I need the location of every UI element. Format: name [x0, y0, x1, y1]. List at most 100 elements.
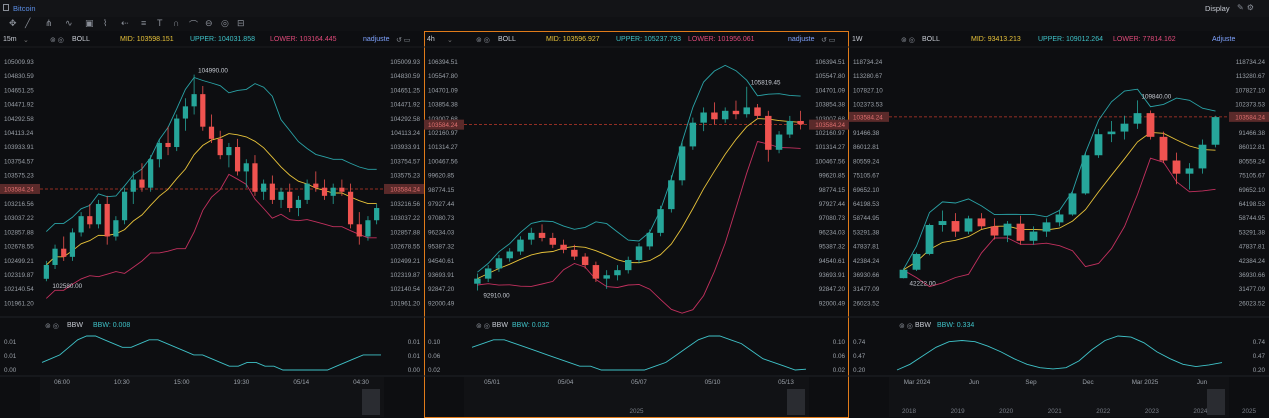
time-axis-label: 05/13 — [778, 379, 794, 386]
candle-body — [200, 94, 206, 127]
bbw-settings-icon[interactable]: ⊚ ◎ — [45, 322, 59, 330]
boll-lower-value: LOWER: 77814.162 — [1113, 36, 1176, 43]
candle-body — [912, 253, 921, 270]
y-axis-right-label: 102140.54 — [390, 286, 420, 293]
candle-body — [721, 110, 729, 120]
y-axis-right-label: 103037.22 — [390, 215, 420, 222]
magnet-icon[interactable]: ∩ — [173, 18, 179, 28]
chart-canvas-4h[interactable]: 106394.51105547.80104701.09103854.381030… — [424, 31, 849, 418]
boll-upper-band — [903, 88, 1216, 270]
wave-icon[interactable]: ∿ — [65, 18, 73, 29]
adjust-button[interactable]: Adjuste — [1212, 36, 1235, 43]
chevron-down-icon[interactable]: ⌄ — [23, 36, 29, 44]
panel-header: 15m ⌄ ⊚ ◎ BOLL MID: 103598.151 UPPER: 10… — [0, 31, 424, 47]
y-axis-left-label: 103933.91 — [4, 144, 34, 151]
y-axis-right-label: 92847.20 — [819, 286, 846, 293]
y-axis-right-label: 69652.10 — [1239, 187, 1266, 194]
top-right-icons[interactable]: ✎⚙ — [1237, 3, 1257, 12]
bbw-settings-icon[interactable]: ⊚ ◎ — [476, 322, 490, 330]
eye-icon[interactable]: ◎ — [221, 18, 229, 29]
candle-body — [278, 191, 284, 200]
bbw-axis-left-label: 0.02 — [428, 367, 441, 374]
bbw-axis-left-label: 0.47 — [853, 353, 866, 360]
bbw-name: BBW — [67, 322, 83, 329]
candle-body — [295, 199, 302, 209]
year-axis-label: 2020 — [999, 408, 1014, 415]
timeframe-selector[interactable]: 15m — [3, 36, 17, 43]
indicator-settings-icon[interactable]: ⊚ ◎ — [476, 36, 490, 44]
candle-body — [313, 183, 319, 188]
y-axis-right-label: 101961.20 — [390, 300, 420, 307]
year-axis-label: 2025 — [629, 408, 644, 415]
panel-header: 1W ⊚ ◎ BOLL MID: 93413.213 UPPER: 109012… — [849, 31, 1269, 47]
y-axis-right-label: 102499.21 — [390, 258, 420, 265]
candle-body — [121, 191, 128, 221]
candle-body — [517, 239, 524, 252]
timeframe-selector[interactable]: 4h — [427, 36, 435, 43]
text-icon[interactable]: T — [157, 18, 163, 28]
panel-controls-icon[interactable]: ↺ ▭ — [821, 36, 835, 44]
time-axis-label: Dec — [1082, 379, 1093, 386]
y-axis-right-label: 103216.56 — [390, 201, 420, 208]
y-axis-left-label: 107827.10 — [853, 87, 883, 94]
candle-body — [1016, 223, 1025, 241]
indicator-settings-icon[interactable]: ⊚ ◎ — [50, 36, 64, 44]
y-axis-right-label: 105547.80 — [815, 73, 845, 80]
chart-panel-1w[interactable]: 118734.24113280.67107827.10102373.539691… — [849, 31, 1269, 418]
tools-menu-icon[interactable]: ≡ — [141, 18, 146, 28]
y-axis-left-label: 113280.67 — [853, 73, 883, 80]
candle-body — [174, 118, 180, 148]
bbw-settings-icon[interactable]: ⊚ ◎ — [899, 322, 913, 330]
candle-body — [217, 138, 223, 156]
y-axis-left-label: 103754.57 — [4, 158, 34, 165]
candle-body — [148, 159, 154, 188]
boll-mid-band — [903, 131, 1216, 271]
y-axis-left-label: 104292.58 — [4, 116, 34, 123]
candle-body — [528, 232, 535, 240]
pitchfork-icon[interactable]: ⋔ — [45, 18, 53, 29]
measure-icon[interactable]: ⌒ — [189, 18, 198, 31]
y-axis-right-label: 103854.38 — [815, 102, 845, 109]
adjust-button[interactable]: nadjuste — [788, 36, 814, 43]
time-axis-label: Jun — [1197, 379, 1208, 386]
low-annotation: 42222.00 — [910, 280, 937, 287]
candle-body — [495, 258, 503, 269]
y-axis-left-label: 98774.15 — [428, 187, 455, 194]
bbw-name: BBW — [492, 322, 508, 329]
y-axis-right-label: 102678.55 — [390, 244, 420, 251]
y-axis-left-label: 86012.81 — [853, 144, 880, 151]
candle-body — [786, 120, 794, 135]
timeframe-selector[interactable]: 1W — [852, 36, 863, 43]
high-annotation: 104990.00 — [198, 68, 228, 75]
arrow-tools-icon[interactable]: ⇠ — [121, 18, 129, 29]
display-menu-button[interactable]: Display — [1205, 4, 1230, 13]
trend-line-icon[interactable]: ╱ — [25, 18, 30, 29]
adjust-button[interactable]: nadjuste — [363, 36, 389, 43]
y-axis-left-label: 103216.56 — [4, 201, 34, 208]
lock-icon[interactable]: ⊖ — [205, 18, 213, 29]
y-axis-left-label: 104471.92 — [4, 102, 34, 109]
brush-icon[interactable]: ⌇ — [103, 18, 107, 29]
candle-body — [938, 221, 947, 225]
symbol-title[interactable]: Bitcoin — [13, 4, 36, 13]
candle-body — [130, 179, 136, 192]
chevron-down-icon[interactable]: ⌄ — [447, 36, 453, 44]
y-axis-right-label: 104471.92 — [390, 102, 420, 109]
y-axis-left-label: 53291.38 — [853, 229, 880, 236]
y-axis-left-label: 103037.22 — [4, 215, 34, 222]
bbw-axis-left-label: 0.00 — [4, 367, 17, 374]
y-axis-left-label: 106394.51 — [428, 59, 458, 66]
trash-icon[interactable]: ⊟ — [237, 18, 245, 29]
chart-canvas-1w[interactable]: 118734.24113280.67107827.10102373.539691… — [849, 31, 1269, 418]
chart-panel-15m[interactable]: 105009.93 104830.59 104651.25 104471.92 1042… — [0, 31, 424, 418]
indicator-settings-icon[interactable]: ⊚ ◎ — [901, 36, 915, 44]
bbw-axis-right-label: 0.01 — [408, 353, 421, 360]
crosshair-icon[interactable]: ✥ — [9, 18, 17, 29]
panel-controls-icon[interactable]: ↺ ▭ — [396, 36, 410, 44]
chart-canvas-15m[interactable]: 105009.93 104830.59 104651.25 104471.92 1042… — [0, 31, 424, 418]
chart-panel-4h[interactable]: 106394.51 105547.80 104701.09 103854.38 1030… — [424, 31, 849, 418]
shapes-icon[interactable]: ▣ — [85, 18, 94, 29]
time-axis-label: Mar 2025 — [1132, 379, 1159, 386]
candle-body — [1172, 160, 1181, 174]
y-axis-left-label: 47837.81 — [853, 244, 880, 251]
